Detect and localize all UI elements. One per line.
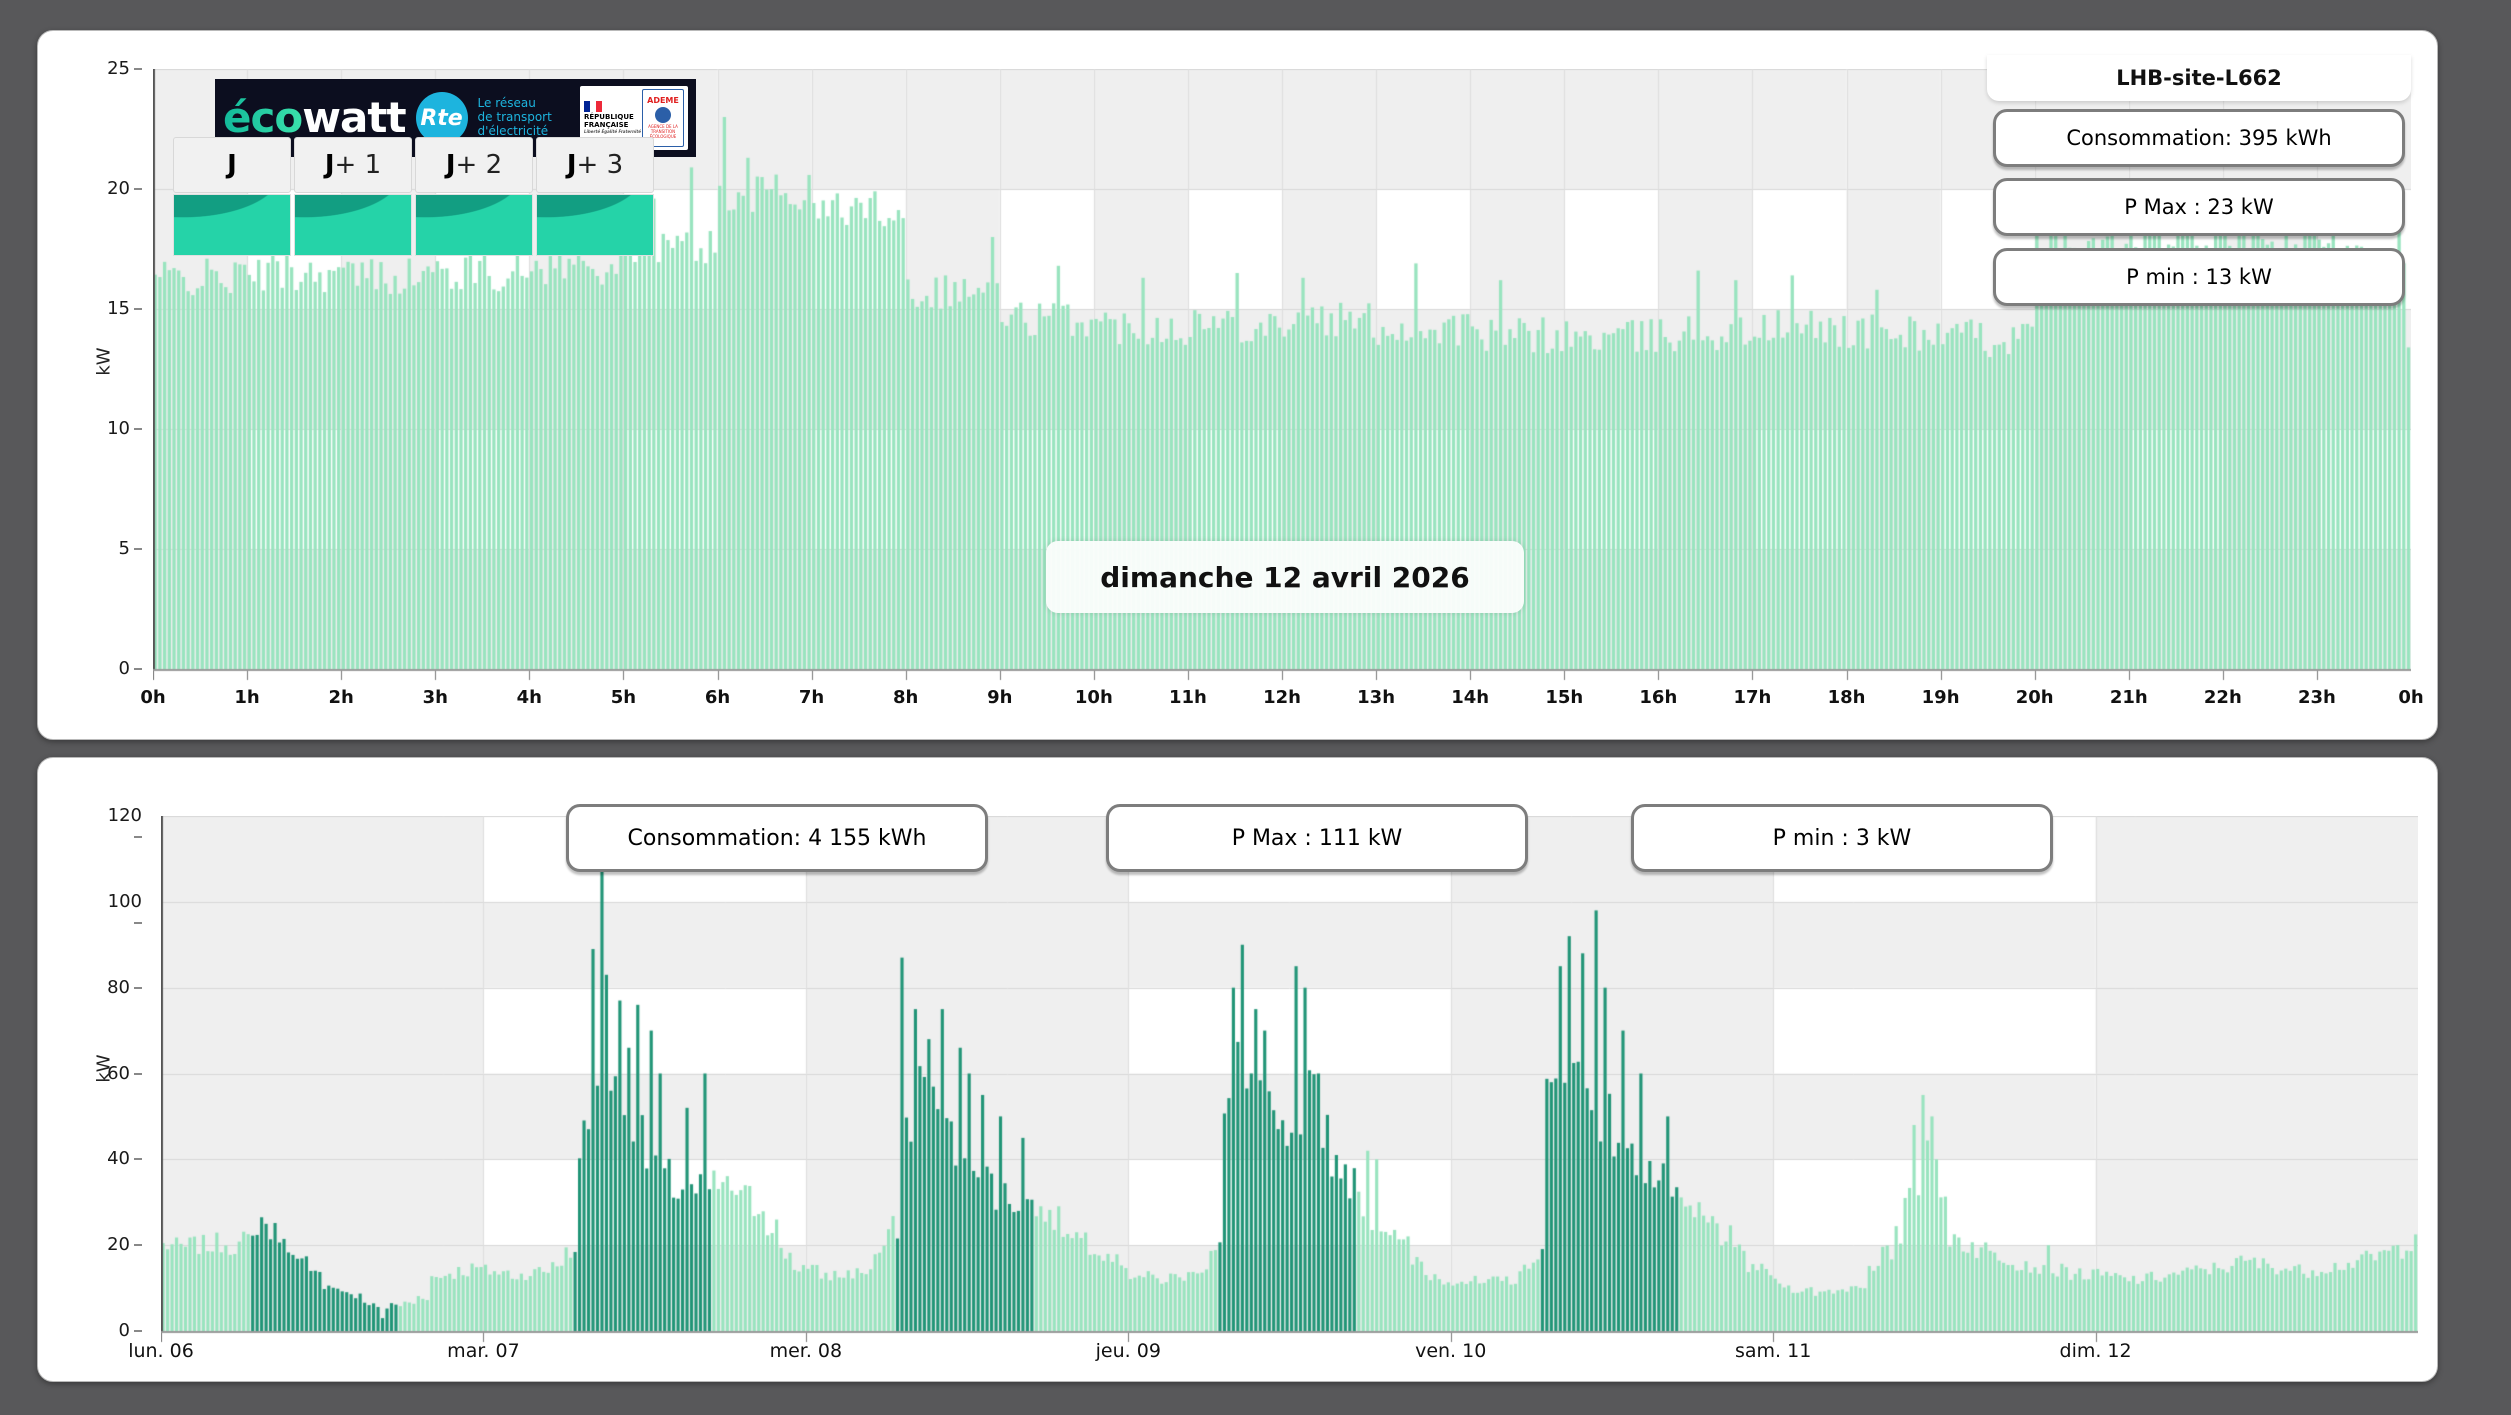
daily-x-tick: 20h bbox=[2015, 687, 2054, 708]
daily-x-tick: 10h bbox=[1074, 687, 1113, 708]
french-flag-icon bbox=[584, 101, 602, 113]
weekly-x-tick: lun. 06 bbox=[128, 1340, 194, 1362]
weekly-y-tick: 100 bbox=[96, 891, 142, 933]
site-title: LHB-site-L662 bbox=[1987, 55, 2411, 101]
weekly-pmax-badge: P Max : 111 kW bbox=[1106, 804, 1528, 872]
daily-x-tick: 6h bbox=[704, 687, 731, 708]
daily-x-tick: 21h bbox=[2109, 687, 2148, 708]
ecowatt-day-button-j[interactable]: J bbox=[173, 137, 291, 193]
daily-y-unit: kW bbox=[93, 347, 115, 376]
daily-x-tick: 23h bbox=[2297, 687, 2336, 708]
daily-x-tick: 17h bbox=[1733, 687, 1772, 708]
daily-pmin-badge: P min : 13 kW bbox=[1993, 248, 2405, 306]
ecowatt-eco-text: éco bbox=[223, 93, 303, 142]
weekly-y-unit: kW bbox=[93, 1054, 115, 1083]
weekly-y-tick: 80 bbox=[96, 977, 142, 998]
ecowatt-signal-tile-green-j+2[interactable] bbox=[415, 194, 533, 256]
weekly-y-tick: 40 bbox=[96, 1148, 142, 1169]
daily-chart-card: 0 5 10 15 20 25 kW 0h 1h 2h 3h 4h 5h 6h 7h 8h 9h 10h 11h… bbox=[37, 30, 2438, 740]
daily-x-tick: 13h bbox=[1357, 687, 1396, 708]
weekly-y-tick: 120 bbox=[96, 805, 142, 847]
ecowatt-day-button-j+1[interactable]: J + 1 bbox=[294, 137, 412, 193]
weekly-consumption-badge: Consommation: 4 155 kWh bbox=[566, 804, 988, 872]
daily-consumption-badge: Consommation: 395 kWh bbox=[1993, 109, 2405, 167]
daily-x-tick: 0h bbox=[2398, 687, 2424, 708]
daily-y-tick: 15 bbox=[96, 298, 142, 319]
weekly-y-tick: 0 bbox=[96, 1320, 142, 1341]
daily-x-tick: 15h bbox=[1545, 687, 1584, 708]
daily-x-tick: 19h bbox=[1921, 687, 1960, 708]
weekly-x-tick: sam. 11 bbox=[1734, 1340, 1812, 1362]
daily-x-tick: 5h bbox=[610, 687, 637, 708]
daily-x-tick: 3h bbox=[422, 687, 448, 708]
ecowatt-watt-text: watt bbox=[302, 93, 406, 142]
weekly-pmin-badge: P min : 3 kW bbox=[1631, 804, 2053, 872]
ecowatt-signal-tile-green-j+1[interactable] bbox=[294, 194, 412, 256]
daily-x-tick: 0h bbox=[140, 687, 166, 708]
weekly-x-tick: jeu. 09 bbox=[1095, 1340, 1161, 1362]
daily-x-tick: 11h bbox=[1168, 687, 1207, 708]
daily-pmax-badge: P Max : 23 kW bbox=[1993, 178, 2405, 236]
ecowatt-day-button-j+3[interactable]: J + 3 bbox=[536, 137, 654, 193]
daily-y-tick: 25 bbox=[96, 58, 142, 79]
weekly-power-chart[interactable] bbox=[161, 816, 2418, 1346]
daily-y-tick: 5 bbox=[96, 538, 142, 559]
weekly-x-tick: mar. 07 bbox=[447, 1340, 520, 1362]
daily-y-tick: 20 bbox=[96, 178, 142, 199]
weekly-y-tick: 20 bbox=[96, 1234, 142, 1255]
daily-x-tick: 8h bbox=[892, 687, 919, 708]
daily-x-tick: 16h bbox=[1639, 687, 1678, 708]
daily-x-tick: 22h bbox=[2203, 687, 2242, 708]
ecowatt-signal-tile-green-j[interactable] bbox=[173, 194, 291, 256]
dashboard-page: 0 5 10 15 20 25 kW 0h 1h 2h 3h 4h 5h 6h 7h 8h 9h 10h 11h… bbox=[0, 0, 2511, 1415]
daily-x-tick: 7h bbox=[798, 687, 825, 708]
daily-x-tick: 12h bbox=[1263, 687, 1301, 708]
daily-date-label: dimanche 12 avril 2026 bbox=[1046, 541, 1524, 613]
weekly-x-tick: dim. 12 bbox=[2059, 1340, 2132, 1362]
daily-x-tick: 4h bbox=[516, 687, 542, 708]
daily-x-tick: 2h bbox=[328, 687, 354, 708]
ecowatt-signal-tile-green-j+3[interactable] bbox=[536, 194, 654, 256]
rte-caption: Le réseau de transport d'électricité bbox=[477, 96, 552, 138]
ademe-globe-icon bbox=[655, 107, 671, 124]
daily-x-tick: 9h bbox=[987, 687, 1013, 708]
daily-y-tick: 0 bbox=[96, 658, 142, 679]
daily-x-tick: 14h bbox=[1451, 687, 1490, 708]
daily-x-tick: 18h bbox=[1827, 687, 1866, 708]
ecowatt-day-button-j+2[interactable]: J + 2 bbox=[415, 137, 533, 193]
ecowatt-wordmark: écowatt bbox=[223, 97, 407, 139]
daily-y-tick: 10 bbox=[96, 418, 142, 439]
daily-x-tick: 1h bbox=[234, 687, 260, 708]
weekly-x-tick: ven. 10 bbox=[1415, 1340, 1487, 1362]
weekly-x-tick: mer. 08 bbox=[769, 1340, 843, 1362]
weekly-chart-card: 0 20 40 60 80 100 120 kW lun. 06 mar. 07 mer. 08… bbox=[37, 757, 2438, 1382]
